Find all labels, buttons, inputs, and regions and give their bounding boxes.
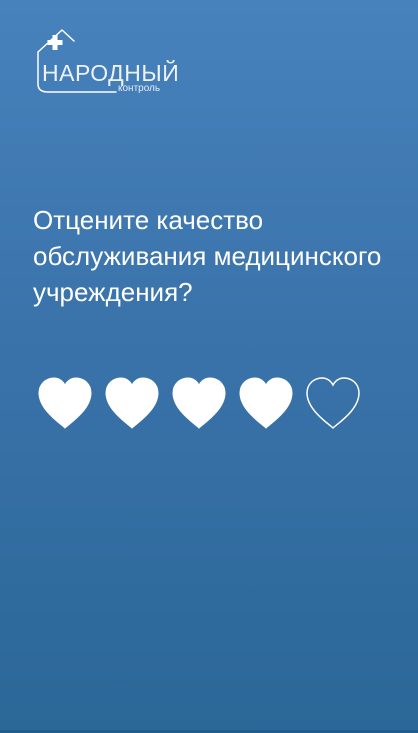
heart-icon[interactable] (102, 374, 162, 434)
logo-subtitle: контроль (118, 83, 161, 94)
heart-icon[interactable] (35, 374, 95, 434)
heart-icon[interactable] (236, 374, 296, 434)
rating-screen: НАРОДНЫЙ контроль Отцените качество обсл… (0, 0, 418, 733)
heart-icon[interactable] (303, 374, 363, 434)
question-text: Отцените качество обслуживания медицинск… (33, 205, 382, 307)
logo: НАРОДНЫЙ контроль (30, 22, 180, 100)
heart-icon[interactable] (169, 374, 229, 434)
heart-rating[interactable] (35, 374, 363, 434)
